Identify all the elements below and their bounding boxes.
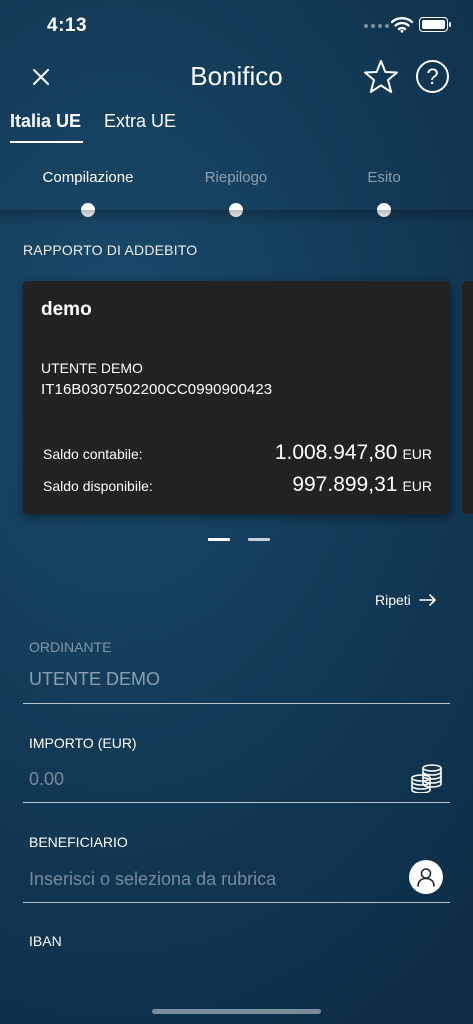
signal-icon bbox=[364, 24, 389, 28]
battery-icon bbox=[419, 17, 451, 32]
contact-icon bbox=[417, 868, 435, 887]
help-button[interactable]: ? bbox=[416, 60, 449, 93]
importo-label: IMPORTO (EUR) bbox=[29, 735, 137, 751]
stepper-divider bbox=[0, 210, 473, 224]
status-time: 4:13 bbox=[47, 15, 88, 36]
card-pager bbox=[0, 538, 473, 542]
step-label-riepilogo: Riepilogo bbox=[204, 169, 268, 186]
importo-input[interactable]: 0.00 bbox=[29, 769, 64, 790]
pager-dot[interactable] bbox=[248, 538, 270, 541]
importo-field[interactable]: IMPORTO (EUR) 0.00 bbox=[23, 733, 450, 803]
step-label-esito: Esito bbox=[367, 169, 401, 186]
account-card[interactable]: demo UTENTE DEMO IT16B0307502200CC099090… bbox=[23, 281, 450, 514]
pager-dot-active[interactable] bbox=[208, 538, 230, 541]
star-icon bbox=[364, 60, 398, 93]
beneficiario-input[interactable]: Inserisci o seleziona da rubrica bbox=[29, 869, 276, 890]
balance-currency: EUR bbox=[402, 446, 432, 462]
ordinante-value: UTENTE DEMO bbox=[29, 669, 161, 689]
balance-amount: 1.008.947,80 bbox=[274, 441, 398, 464]
home-indicator[interactable] bbox=[152, 1009, 321, 1014]
section-label-rapporto: RAPPORTO DI ADDEBITO bbox=[23, 242, 198, 258]
ordinante-field: ORDINANTE UTENTE DEMO bbox=[23, 636, 450, 704]
balance-row-contabile: Saldo contabile: 1.008.947,80 EUR bbox=[43, 441, 432, 465]
balance-amount: 997.899,31 bbox=[292, 473, 398, 496]
account-holder: UTENTE DEMO bbox=[41, 360, 143, 376]
favorite-button[interactable] bbox=[362, 58, 400, 96]
balance-label: Saldo contabile: bbox=[43, 446, 143, 462]
balance-row-disponibile: Saldo disponibile: 997.899,31 EUR bbox=[43, 473, 432, 497]
ordinante-label: ORDINANTE bbox=[29, 639, 112, 655]
account-iban: IT16B0307502200CC0990900423 bbox=[41, 381, 273, 398]
page-title: Bonifico bbox=[190, 61, 283, 91]
balance-label: Saldo disponibile: bbox=[43, 478, 153, 494]
address-book-button[interactable] bbox=[409, 860, 443, 894]
status-bar: 4:13 bbox=[0, 0, 473, 52]
tab-italia-ue[interactable]: Italia UE bbox=[10, 111, 81, 132]
iban-label: IBAN bbox=[29, 933, 62, 949]
account-name: demo bbox=[41, 299, 92, 320]
coins-icon[interactable] bbox=[410, 763, 444, 793]
repeat-label: Ripeti bbox=[375, 592, 411, 608]
beneficiario-field[interactable]: BENEFICIARIO Inserisci o seleziona da ru… bbox=[23, 832, 450, 903]
nav-bar: Bonifico ? bbox=[0, 52, 473, 102]
arrow-right-icon bbox=[418, 594, 436, 606]
tab-extra-ue[interactable]: Extra UE bbox=[104, 111, 176, 132]
transfer-type-tabs: Italia UE Extra UE bbox=[0, 108, 473, 148]
beneficiario-label: BENEFICIARIO bbox=[29, 834, 128, 850]
wifi-icon bbox=[391, 17, 413, 33]
active-tab-indicator bbox=[10, 141, 83, 143]
help-icon: ? bbox=[426, 63, 439, 89]
repeat-button[interactable]: Ripeti bbox=[375, 592, 437, 608]
balance-currency: EUR bbox=[402, 478, 432, 494]
next-account-card[interactable] bbox=[462, 281, 473, 514]
step-label-compilazione: Compilazione bbox=[42, 169, 134, 186]
